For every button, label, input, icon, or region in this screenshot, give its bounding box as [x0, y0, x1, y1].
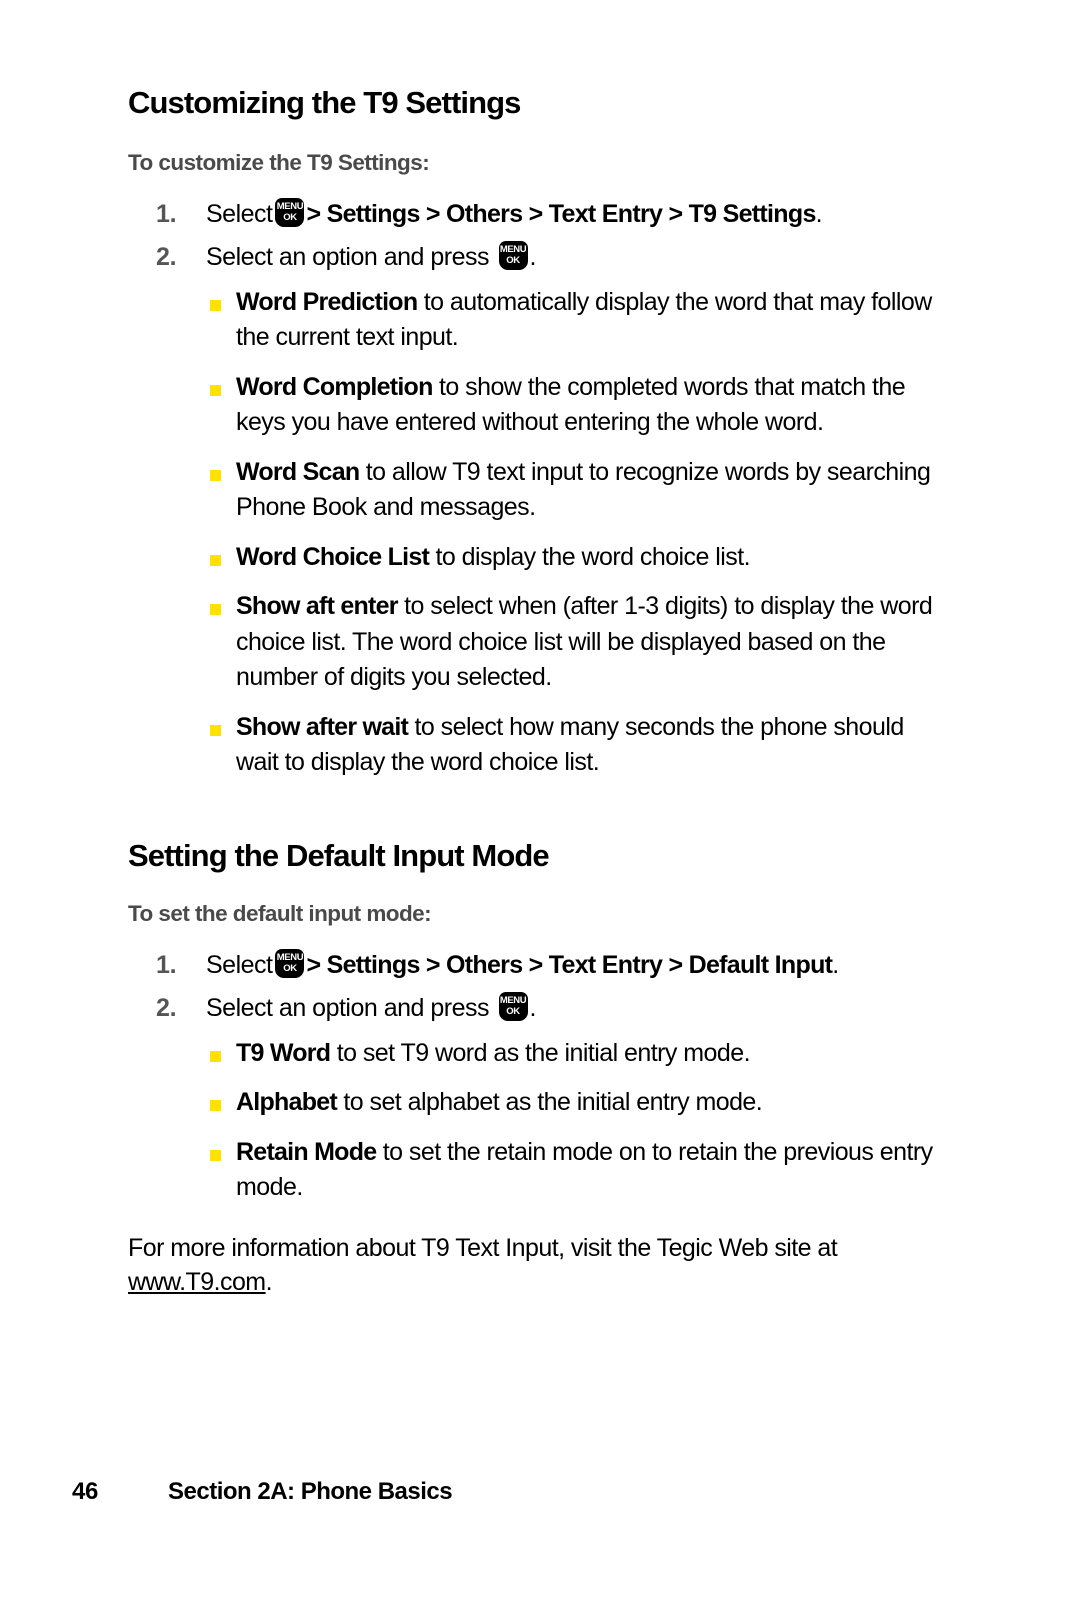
square-bullet-icon [210, 554, 221, 566]
menu-key-top-label: MENU [499, 995, 527, 1007]
step-number: 2. [156, 994, 177, 1023]
square-bullet-icon [210, 384, 221, 396]
list-item: Retain Mode to set the retain mode on to… [128, 1135, 952, 1206]
step-item: 1. Select MENU OK > Settings > Others > Tex… [128, 948, 952, 983]
step-nav-path: > Settings > Others > Text Entry > Defau… [306, 950, 833, 979]
step-item: 2. Select an option and press MENU OK. [128, 241, 952, 275]
step-trailing: . [529, 994, 537, 1023]
option-list-default-input: T9 Word to set T9 word as the initial en… [128, 1036, 952, 1206]
menu-key-bottom-label: OK [283, 211, 297, 223]
menu-ok-key-icon: MENU OK [498, 241, 528, 271]
subheading-to-set-default-input-mode: To set the default input mode: [128, 901, 432, 927]
closing-text-after-url: . [265, 1267, 273, 1296]
step-trailing: . [815, 199, 823, 228]
menu-key-top-label: MENU [276, 951, 304, 963]
option-term: Alphabet [236, 1088, 338, 1117]
step-number: 2. [156, 243, 177, 272]
step-lead-text: Select [206, 199, 273, 228]
menu-key-bottom-label: OK [506, 1006, 520, 1018]
menu-ok-key-icon: MENU OK [498, 992, 528, 1022]
step-item: 1. Select MENU OK > Settings > Others > Tex… [128, 197, 952, 232]
list-item: Show after wait to select how many secon… [128, 710, 952, 781]
option-list-t9-settings: Word Prediction to automatically display… [128, 285, 952, 781]
t9-website-link[interactable]: www.T9.com [128, 1268, 266, 1296]
square-bullet-icon [210, 604, 221, 616]
square-bullet-icon [210, 469, 221, 481]
menu-key-top-label: MENU [499, 244, 527, 256]
square-bullet-icon [210, 1100, 221, 1112]
option-term: Word Prediction [236, 287, 418, 316]
step-lead-text: Select [206, 950, 273, 979]
menu-ok-key-icon: MENU OK [275, 948, 305, 978]
subheading-to-customize-t9: To customize the T9 Settings: [128, 150, 430, 176]
square-bullet-icon [210, 1149, 221, 1161]
step-lead-text: Select an option and press [206, 243, 490, 272]
list-item: Alphabet to set alphabet as the initial … [128, 1085, 952, 1121]
option-term: Show aft enter [236, 592, 398, 621]
section-heading-customizing-t9: Customizing the T9 Settings [128, 85, 521, 120]
square-bullet-icon [210, 1050, 221, 1062]
step-number: 1. [156, 950, 177, 979]
step-nav-path: > Settings > Others > Text Entry > T9 Se… [306, 199, 816, 228]
option-term: Word Completion [236, 372, 433, 401]
option-term: Word Scan [236, 457, 360, 486]
menu-key-top-label: MENU [276, 200, 304, 212]
step-number: 1. [156, 199, 177, 228]
step-trailing: . [529, 243, 537, 272]
option-description: to display the word choice list. [429, 542, 751, 571]
document-page: Customizing the T9 Settings To customize… [0, 0, 1080, 1620]
step-trailing: . [832, 950, 839, 979]
option-term: Retain Mode [236, 1137, 377, 1166]
page-number: 46 [72, 1478, 98, 1505]
page-content: Customizing the T9 Settings To customize… [128, 85, 952, 1324]
footer-section-label: Section 2A: Phone Basics [168, 1478, 453, 1505]
section-heading-default-input-mode: Setting the Default Input Mode [128, 837, 550, 873]
option-term: T9 Word [236, 1038, 331, 1067]
list-item: T9 Word to set T9 word as the initial en… [128, 1036, 952, 1072]
list-item: Word Prediction to automatically display… [128, 285, 952, 356]
square-bullet-icon [210, 724, 221, 736]
page-footer: 46 Section 2A: Phone Basics [72, 1478, 1012, 1506]
menu-key-bottom-label: OK [283, 962, 297, 974]
menu-ok-key-icon: MENU OK [275, 197, 305, 227]
option-description: to set T9 word as the initial entry mode… [330, 1038, 751, 1067]
menu-key-bottom-label: OK [506, 255, 520, 267]
option-term: Show after wait [236, 712, 409, 741]
option-term: Word Choice List [236, 542, 430, 571]
option-description: to set alphabet as the initial entry mod… [336, 1088, 763, 1117]
list-item: Word Choice List to display the word cho… [128, 540, 952, 576]
list-item: Word Scan to allow T9 text input to reco… [128, 455, 952, 526]
square-bullet-icon [210, 299, 221, 311]
closing-text-before-url: For more information about T9 Text Input… [128, 1233, 838, 1262]
step-lead-text: Select an option and press [206, 994, 490, 1023]
step-item: 2. Select an option and press MENU OK. [128, 992, 952, 1026]
closing-paragraph: For more information about T9 Text Input… [128, 1232, 952, 1300]
list-item: Show aft enter to select when (after 1-3… [128, 589, 952, 696]
list-item: Word Completion to show the completed wo… [128, 370, 952, 441]
